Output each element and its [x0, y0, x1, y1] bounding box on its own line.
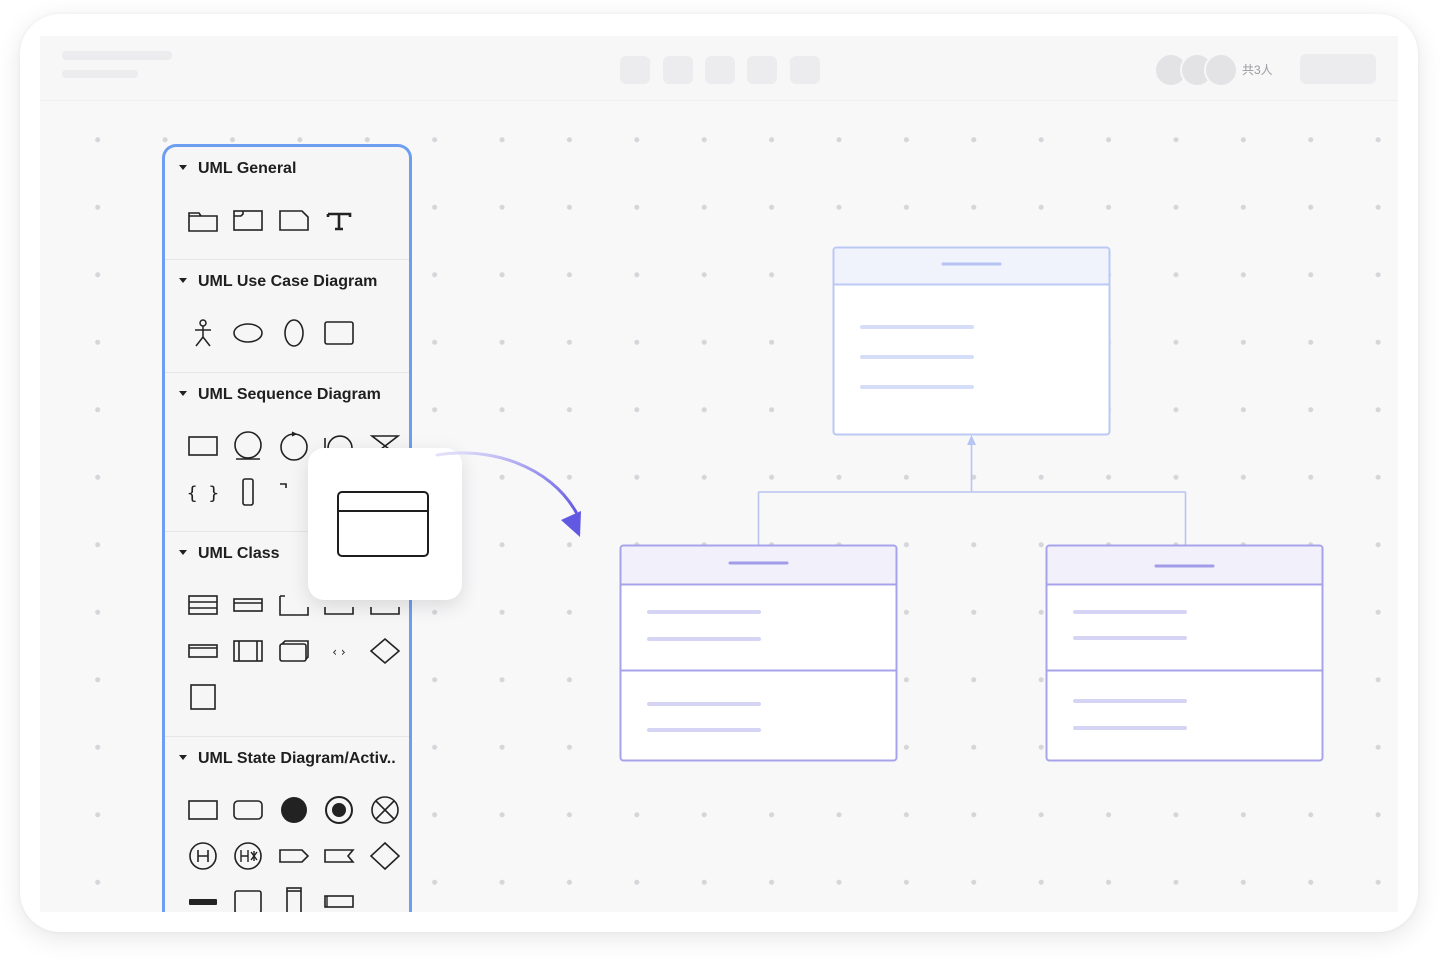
- app: 共3人 UML General UML Use Case Diagram UML…: [40, 36, 1398, 912]
- drag-arrow: [435, 451, 581, 537]
- window-frame: 共3人 UML General UML Use Case Diagram UML…: [20, 14, 1418, 932]
